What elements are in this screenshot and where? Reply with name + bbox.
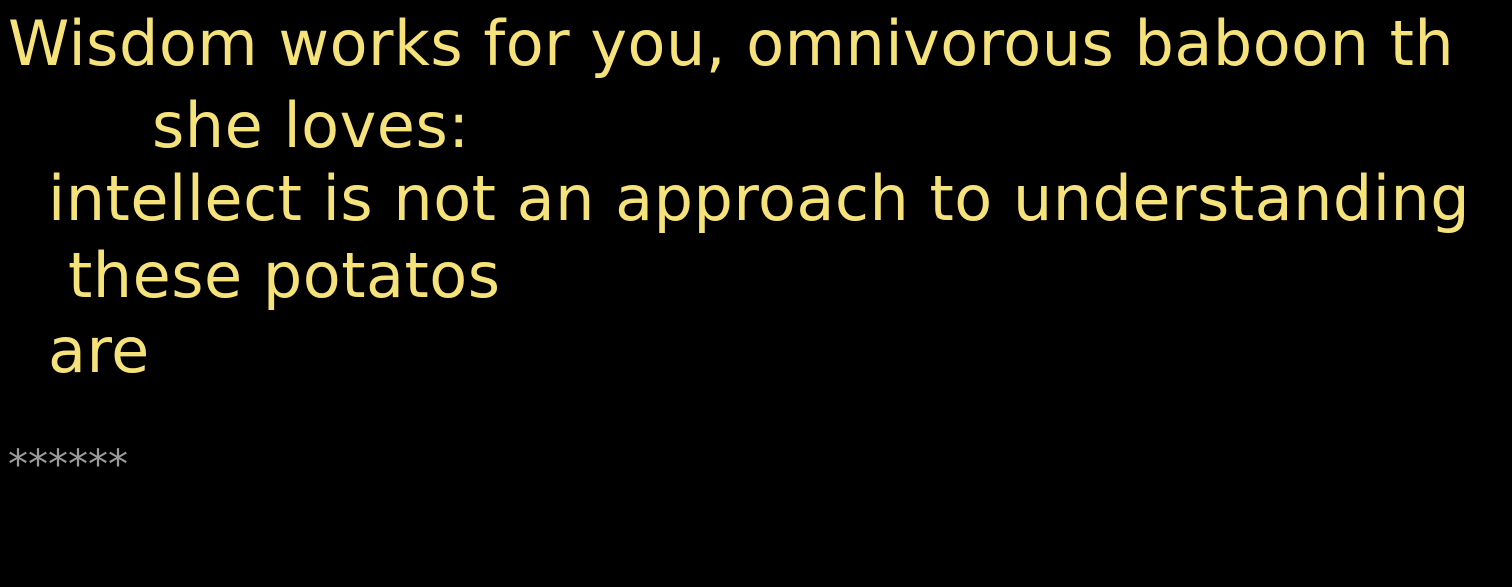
text-window: Wisdom works for you, omnivorous baboon … bbox=[0, 0, 1512, 587]
clipped-next-line bbox=[8, 573, 1508, 587]
poem-line: Wisdom works for you, omnivorous baboon … bbox=[8, 7, 1455, 80]
poem-line: she loves: bbox=[152, 89, 470, 162]
poem-line: intellect is not an approach to understa… bbox=[48, 162, 1471, 235]
poem-line: are bbox=[48, 314, 150, 387]
section-separator: ****** bbox=[8, 442, 128, 488]
poem-line: these potatos bbox=[68, 239, 501, 312]
